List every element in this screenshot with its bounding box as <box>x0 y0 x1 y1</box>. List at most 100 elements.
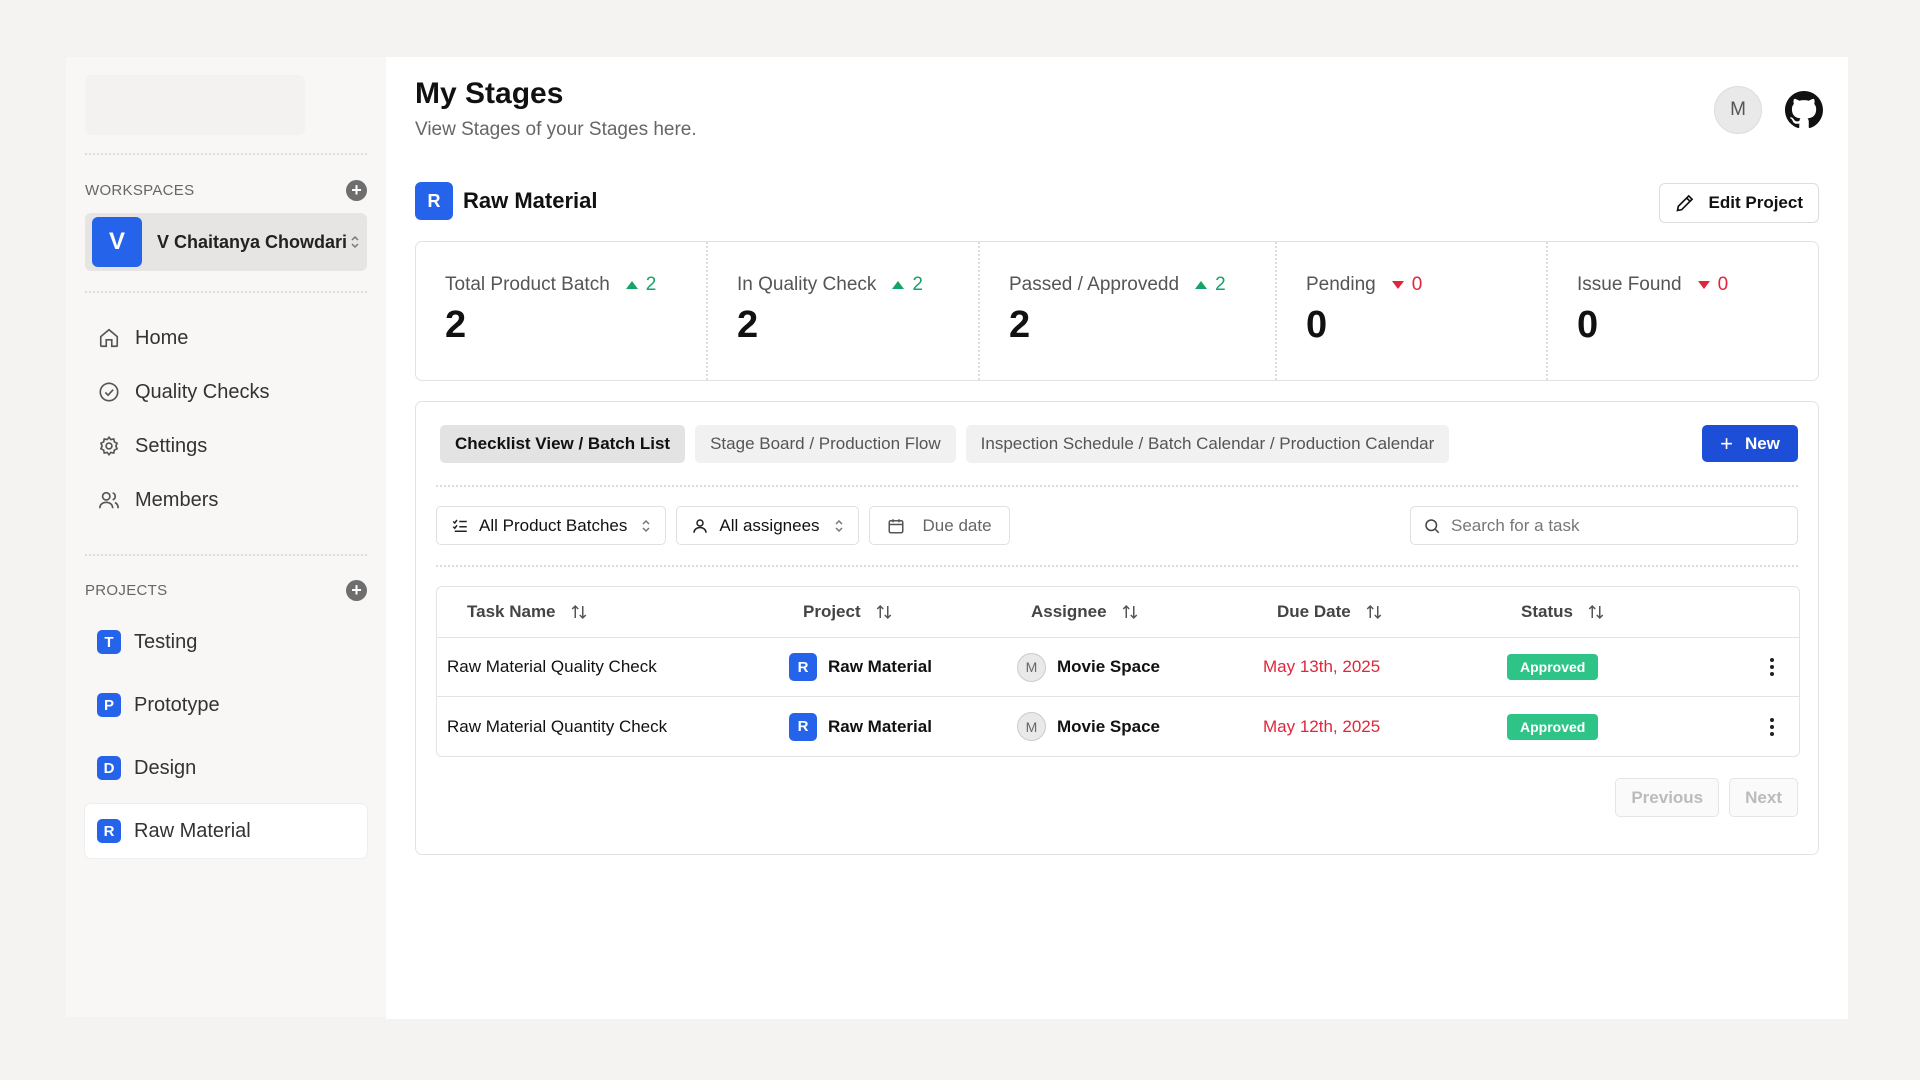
table-header: Task Name Project Assignee Due Date Stat… <box>437 587 1799 638</box>
stat-value: 0 <box>1306 304 1328 346</box>
assignee-filter-value: All assignees <box>719 515 820 535</box>
stat-label: Pending <box>1306 274 1376 295</box>
workspace-switcher[interactable]: V V Chaitanya Chowdari <box>85 213 367 271</box>
stat-delta: 2 <box>625 274 656 296</box>
due-date-cell: May 12th, 2025 <box>1263 716 1381 736</box>
row-actions-menu[interactable] <box>1747 716 1797 737</box>
search-input[interactable] <box>1451 515 1771 536</box>
next-button[interactable]: Next <box>1729 778 1798 817</box>
logo-placeholder <box>85 75 305 135</box>
tab-stage-board[interactable]: Stage Board / Production Flow <box>695 425 956 463</box>
sidebar-project-design[interactable]: D Design <box>85 741 367 795</box>
task-name-cell: Raw Material Quality Check <box>447 657 657 676</box>
stat-issue-found: Issue Found 0 0 <box>1546 242 1818 380</box>
due-date-label: Due date <box>922 515 992 535</box>
assignee-cell: M Movie Space <box>1017 712 1263 741</box>
task-name-cell: Raw Material Quantity Check <box>447 716 668 736</box>
github-icon[interactable] <box>1785 91 1823 129</box>
pagination: Previous Next <box>1605 778 1798 817</box>
stat-passed-approved: Passed / Approvedd 2 2 <box>978 242 1275 380</box>
project-label: Prototype <box>134 693 220 716</box>
column-header-assignee[interactable]: Assignee <box>1031 602 1277 622</box>
project-name: Raw Material <box>463 188 598 213</box>
task-search[interactable] <box>1410 506 1798 545</box>
project-label: Testing <box>134 630 198 653</box>
tab-inspection-schedule[interactable]: Inspection Schedule / Batch Calendar / P… <box>965 425 1450 463</box>
sidebar: WORKSPACES + V V Chaitanya Chowdari Home… <box>66 57 386 1017</box>
status-cell: Approved <box>1507 713 1747 740</box>
nav-label: Settings <box>135 434 208 457</box>
previous-button[interactable]: Previous <box>1615 778 1720 817</box>
column-header-due-date[interactable]: Due Date <box>1277 602 1521 622</box>
sidebar-project-raw-material[interactable]: R Raw Material <box>85 804 367 858</box>
nav-label: Quality Checks <box>135 380 270 403</box>
project-badge: R <box>415 182 453 220</box>
row-actions-menu[interactable] <box>1747 657 1797 678</box>
new-task-button[interactable]: + New <box>1702 425 1798 462</box>
table-row[interactable]: Raw Material Quantity Check R Raw Materi… <box>437 697 1799 756</box>
due-date-filter[interactable]: Due date <box>868 506 1010 545</box>
batch-filter-value: All Product Batches <box>479 515 628 535</box>
main-content: My Stages View Stages of your Stages her… <box>386 57 1848 1019</box>
tab-checklist-view[interactable]: Checklist View / Batch List <box>440 425 686 463</box>
page-subtitle: View Stages of your Stages here. <box>415 119 697 140</box>
projects-label: PROJECTS <box>85 581 168 599</box>
stat-value: 0 <box>1577 304 1599 346</box>
calendar-icon <box>887 517 905 535</box>
user-avatar[interactable]: M <box>1714 86 1762 134</box>
column-header-task-name[interactable]: Task Name <box>437 602 803 622</box>
stat-label: Issue Found <box>1577 274 1682 295</box>
new-label: New <box>1744 433 1780 453</box>
edit-project-button[interactable]: Edit Project <box>1658 183 1819 223</box>
stat-delta: 2 <box>1195 274 1226 296</box>
project-badge: P <box>97 693 121 717</box>
project-badge: D <box>97 756 121 780</box>
project-header: R Raw Material <box>415 182 598 220</box>
batch-filter-select[interactable]: All Product Batches <box>436 506 667 545</box>
stat-value: 2 <box>1009 304 1031 346</box>
column-label: Due Date <box>1277 602 1351 621</box>
stat-value: 2 <box>445 304 467 346</box>
project-badge: R <box>789 712 817 741</box>
add-workspace-icon[interactable]: + <box>346 179 367 201</box>
stat-delta: 0 <box>1391 274 1422 296</box>
nav-item-settings[interactable]: Settings <box>85 419 367 473</box>
project-cell: R Raw Material <box>789 653 1017 681</box>
chevron-up-down-icon <box>834 518 844 534</box>
check-circle-icon <box>97 380 121 404</box>
stat-in-quality-check: In Quality Check 2 2 <box>706 242 978 380</box>
project-name: Raw Material <box>828 657 932 676</box>
sort-icon <box>1587 603 1605 621</box>
due-date-cell: May 13th, 2025 <box>1263 657 1381 676</box>
tasks-panel: Checklist View / Batch List Stage Board … <box>415 401 1819 855</box>
arrow-up-icon <box>892 281 905 289</box>
table-row[interactable]: Raw Material Quality Check R Raw Materia… <box>437 638 1799 697</box>
project-badge: R <box>789 653 817 681</box>
workspaces-label: WORKSPACES <box>85 181 195 199</box>
home-icon <box>97 326 121 350</box>
column-header-project[interactable]: Project <box>803 602 1031 622</box>
nav-item-members[interactable]: Members <box>85 473 367 527</box>
divider <box>436 485 1798 487</box>
divider <box>85 554 367 556</box>
sidebar-project-testing[interactable]: T Testing <box>85 615 367 669</box>
project-label: Design <box>134 756 197 779</box>
stat-delta: 0 <box>1697 274 1728 296</box>
divider <box>85 153 367 155</box>
nav-item-home[interactable]: Home <box>85 311 367 365</box>
status-cell: Approved <box>1507 654 1747 680</box>
stat-total-product-batch: Total Product Batch 2 2 <box>416 242 706 380</box>
filter-bar: All Product Batches All assignees Due da <box>436 506 1020 545</box>
add-project-icon[interactable]: + <box>346 579 367 601</box>
nav-item-quality-checks[interactable]: Quality Checks <box>85 365 367 419</box>
column-header-status[interactable]: Status <box>1521 602 1761 622</box>
sidebar-project-prototype[interactable]: P Prototype <box>85 678 367 732</box>
assignee-filter-select[interactable]: All assignees <box>676 506 859 545</box>
nav-label: Home <box>135 326 189 349</box>
arrow-down-icon <box>1697 281 1710 289</box>
plus-icon: + <box>1720 430 1733 456</box>
nav-label: Members <box>135 488 219 511</box>
status-badge: Approved <box>1507 713 1599 740</box>
project-label: Raw Material <box>134 819 251 842</box>
project-badge: T <box>97 630 121 654</box>
